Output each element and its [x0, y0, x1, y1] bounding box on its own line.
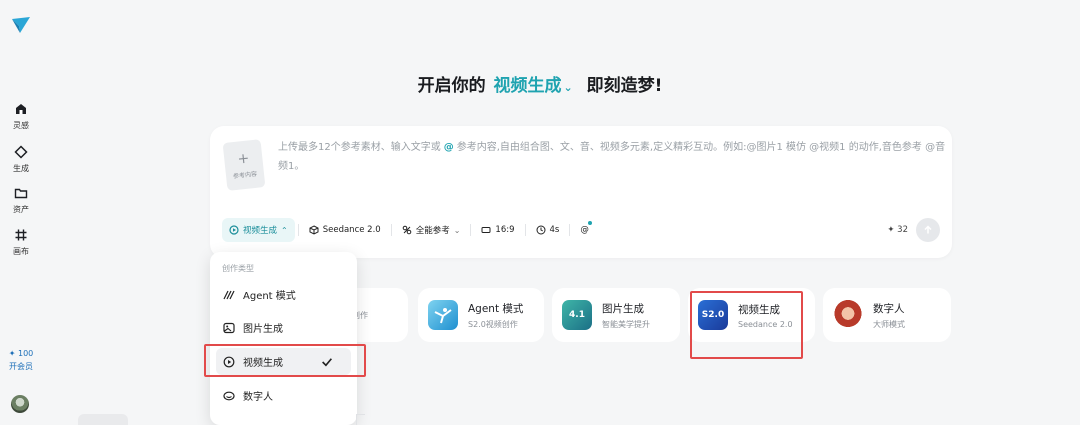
- dropdown-header: 创作类型: [222, 264, 254, 273]
- prompt-card: + 参考内容 上传最多12个参考素材、输入文字或 @ 参考内容,自由组合图、文、音、…: [210, 126, 952, 258]
- reference-upload-button[interactable]: + 参考内容: [222, 139, 266, 191]
- sidebar-item-label: 灵感: [13, 121, 29, 130]
- mode-selector-button[interactable]: 视频生成 ⌃: [222, 218, 295, 242]
- page-title: 开启你的 视频生成 ⌄ 即刻造梦!: [0, 71, 1080, 96]
- duration-label: 4s: [549, 225, 560, 235]
- image-model-thumbnail: 4.1: [562, 300, 592, 330]
- checkmark-icon: [322, 358, 332, 367]
- sidebar-item-inspiration[interactable]: 灵感: [0, 102, 42, 131]
- at-icon: @: [580, 225, 589, 235]
- video-model-thumbnail: S2.0: [698, 300, 728, 330]
- dropdown-item-label: 视频生成: [243, 358, 283, 369]
- mode-card-subtitle: 智能美学提升: [602, 319, 650, 329]
- aspect-ratio-label: 16:9: [495, 225, 515, 235]
- video-icon: [223, 356, 235, 367]
- sidebar-item-label: 画布: [13, 247, 29, 256]
- headline-suffix: 即刻造梦!: [586, 76, 663, 96]
- divider: [390, 224, 392, 236]
- divider: [470, 224, 472, 236]
- mode-card-subtitle: 大师模式: [873, 319, 905, 329]
- duration-button[interactable]: 4s: [529, 218, 567, 242]
- mode-card-subtitle: S2.0视频创作: [468, 319, 518, 329]
- mode-card-title: 图片生成: [602, 302, 644, 315]
- mode-card-title: 视频生成: [738, 303, 780, 316]
- sidebar-item-canvas[interactable]: 画布: [0, 228, 42, 257]
- sidebar-item-assets[interactable]: 资产: [0, 186, 42, 215]
- plus-icon: +: [236, 149, 250, 168]
- avatar-icon: [223, 391, 235, 400]
- model-selector-button[interactable]: Seedance 2.0: [302, 218, 388, 242]
- credits-count: ✦ 100: [8, 349, 34, 358]
- send-button[interactable]: [916, 218, 940, 242]
- chevron-down-icon[interactable]: ⌄: [564, 81, 573, 94]
- divider: [356, 414, 365, 425]
- dropdown-item-agent[interactable]: Agent 模式: [216, 281, 351, 308]
- mode-card-video[interactable]: S2.0 视频生成 Seedance 2.0: [688, 288, 815, 342]
- reference-mode-label: 全能参考: [415, 226, 450, 236]
- sidebar: 灵感 生成 资产 画布 ✦ 100 开会员: [0, 0, 42, 425]
- sidebar-item-label: 资产: [13, 205, 29, 214]
- avatar[interactable]: [11, 395, 29, 413]
- placeholder-text: 上传最多12个参考素材、输入文字或: [278, 142, 441, 153]
- arrow-up-icon: [924, 225, 932, 234]
- headline-mode-selector[interactable]: 视频生成: [494, 76, 562, 96]
- credit-cost: ✦ 32: [887, 225, 908, 235]
- link-icon: [402, 225, 411, 235]
- dropdown-item-label: Agent 模式: [243, 291, 296, 302]
- prompt-toolbar: 视频生成 ⌃ Seedance 2.0 全能参考 ⌄ 16:9 4s @: [222, 218, 596, 242]
- chevron-up-icon: ⌃: [281, 225, 288, 235]
- agent-thumbnail-icon: [428, 300, 458, 330]
- prompt-actions: ✦ 32: [887, 218, 940, 242]
- reference-mode-button[interactable]: 全能参考 ⌄: [395, 218, 468, 242]
- diamond-icon: [14, 145, 28, 159]
- agent-icon: [223, 290, 235, 299]
- vip-link[interactable]: 开会员: [0, 361, 42, 372]
- grid-icon: [15, 229, 27, 241]
- mode-card-title: Agent 模式: [468, 302, 524, 315]
- mode-dropdown-menu: 创作类型 Agent 模式 图片生成 视频生成 数字人: [210, 252, 357, 425]
- dropdown-item-digital-human[interactable]: 数字人: [216, 382, 351, 409]
- cube-icon: [309, 225, 319, 235]
- mode-selector-label: 视频生成: [243, 226, 278, 236]
- mode-card-agent[interactable]: Agent 模式 S2.0视频创作: [418, 288, 544, 342]
- home-icon: [16, 104, 26, 114]
- mode-card-title: 数字人: [873, 302, 905, 315]
- sidebar-item-generate[interactable]: 生成: [0, 145, 42, 174]
- notification-dot: [587, 221, 592, 225]
- divider: [569, 224, 571, 236]
- dropdown-item-label: 数字人: [243, 392, 273, 403]
- divider: [297, 224, 299, 236]
- clock-icon: [536, 225, 545, 235]
- mention-button[interactable]: @: [573, 218, 596, 242]
- digital-human-thumbnail-icon: [833, 300, 863, 330]
- aspect-ratio-icon: [481, 227, 491, 233]
- dropdown-item-video[interactable]: 视频生成: [216, 348, 351, 375]
- mode-card-digital-human[interactable]: 数字人 大师模式: [823, 288, 951, 342]
- dropdown-item-image[interactable]: 图片生成: [216, 314, 351, 341]
- video-play-icon: [229, 225, 239, 235]
- chevron-down-icon: ⌄: [453, 225, 461, 235]
- prompt-input[interactable]: 上传最多12个参考素材、输入文字或 @ 参考内容,自由组合图、文、音、视频多元素,定…: [278, 138, 946, 176]
- mode-card-subtitle: Seedance 2.0: [738, 319, 793, 329]
- image-icon: [223, 322, 235, 333]
- headline-prefix: 开启你的: [417, 76, 486, 96]
- mode-card-image[interactable]: 4.1 图片生成 智能美学提升: [552, 288, 680, 342]
- dropdown-item-label: 图片生成: [243, 324, 283, 335]
- app-logo-icon[interactable]: [11, 16, 31, 34]
- model-label: Seedance 2.0: [322, 225, 381, 235]
- folder-icon: [14, 188, 28, 199]
- reference-label: 参考内容: [232, 170, 258, 180]
- at-mention-icon: @: [443, 142, 454, 153]
- divider: [524, 224, 526, 236]
- bottom-tab[interactable]: [78, 414, 128, 425]
- sidebar-item-label: 生成: [13, 164, 29, 173]
- aspect-ratio-button[interactable]: 16:9: [474, 218, 521, 242]
- credits-panel[interactable]: ✦ 100 开会员: [0, 349, 42, 372]
